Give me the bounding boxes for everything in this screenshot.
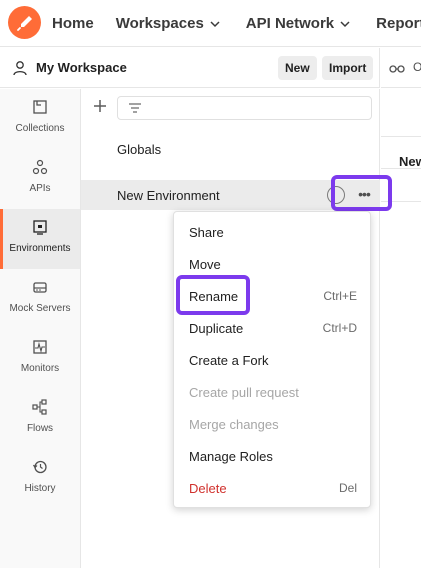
menu-item-delete[interactable]: Delete Del <box>174 473 372 505</box>
sidebar-item-label: Environments <box>9 243 71 254</box>
highlight-box <box>331 175 392 211</box>
menu-item-shortcut: Ctrl+E <box>323 289 357 303</box>
sidebar-item-label: Collections <box>15 123 65 134</box>
menu-item-label: Duplicate <box>189 321 244 336</box>
nav-workspaces-label: Workspaces <box>115 15 204 32</box>
mock-servers-icon <box>33 282 47 293</box>
workspace-title: My Workspace <box>36 60 127 75</box>
user-icon <box>13 61 27 76</box>
filter-icon <box>129 103 141 113</box>
history-icon <box>32 460 47 474</box>
new-button[interactable]: New <box>278 56 317 80</box>
sidebar-item-label: History <box>24 483 56 494</box>
menu-item-label: Create pull request <box>189 385 299 400</box>
menu-item-create-fork[interactable]: Create a Fork <box>174 345 372 377</box>
menu-item-manage-roles[interactable]: Manage Roles <box>174 441 372 473</box>
sidebar-item-label: APIs <box>29 183 51 194</box>
globals-label: Globals <box>117 142 162 157</box>
filter-input[interactable] <box>117 96 372 120</box>
postman-logo[interactable] <box>8 6 41 39</box>
flows-icon <box>32 399 47 415</box>
right-editor-area: O New <box>381 48 421 568</box>
menu-item-shortcut: Ctrl+D <box>322 321 357 335</box>
editor-tab[interactable]: O <box>381 48 421 88</box>
menu-item-duplicate[interactable]: Duplicate Ctrl+D <box>174 313 372 345</box>
top-nav: Home Workspaces API Network Reports <box>52 0 421 47</box>
import-button[interactable]: Import <box>322 56 374 80</box>
sidebar-item-label: Mock Servers <box>9 303 71 314</box>
left-sidebar: Collections APIs Environments Mock Serve… <box>0 89 81 568</box>
add-environment-button[interactable] <box>93 98 107 116</box>
sidebar-item-monitors[interactable]: Monitors <box>0 329 80 389</box>
menu-item-label: Manage Roles <box>189 449 273 464</box>
menu-item-share[interactable]: Share <box>174 217 372 249</box>
menu-item-label: Move <box>189 257 221 272</box>
menu-item-merge-changes: Merge changes <box>174 409 372 441</box>
rocket-icon <box>16 15 32 31</box>
collections-icon <box>33 100 47 114</box>
sidebar-item-label: Monitors <box>20 363 60 374</box>
menu-item-label: Share <box>189 225 224 240</box>
environment-name: New Environment <box>117 188 220 203</box>
menu-item-create-pull-request: Create pull request <box>174 377 372 409</box>
globals-row[interactable]: Globals <box>81 134 380 164</box>
nav-home[interactable]: Home <box>52 15 94 32</box>
divider <box>381 168 421 169</box>
divider <box>381 136 421 137</box>
highlight-box <box>176 275 250 315</box>
workspace-header: My Workspace New Import <box>0 48 380 88</box>
menu-item-label: Merge changes <box>189 417 279 432</box>
nav-api-network-label: API Network <box>245 15 335 32</box>
sidebar-item-flows[interactable]: Flows <box>0 389 80 449</box>
sidebar-item-collections[interactable]: Collections <box>0 89 80 149</box>
chevron-down-icon <box>340 20 350 27</box>
nav-workspaces[interactable]: Workspaces <box>116 15 220 32</box>
sidebar-item-label: Flows <box>26 423 54 434</box>
sidebar-item-apis[interactable]: APIs <box>0 149 80 209</box>
menu-item-label: Delete <box>189 481 227 496</box>
monitors-icon <box>33 340 47 354</box>
environment-quicklook-icon <box>389 65 405 73</box>
menu-item-label: Create a Fork <box>189 353 269 368</box>
sidebar-item-history[interactable]: History <box>0 449 80 509</box>
context-menu: Share Move Rename Ctrl+E Duplicate Ctrl+… <box>173 211 371 508</box>
sidebar-item-environments[interactable]: Environments <box>0 209 80 269</box>
apis-icon <box>32 159 48 175</box>
editor-tab-label: O <box>413 60 421 74</box>
chevron-down-icon <box>210 20 220 27</box>
nav-api-network[interactable]: API Network <box>246 15 350 32</box>
plus-icon <box>94 100 106 112</box>
editor-heading: New <box>399 154 421 169</box>
menu-item-shortcut: Del <box>338 481 357 495</box>
environments-icon <box>33 220 47 235</box>
sidebar-item-mock-servers[interactable]: Mock Servers <box>0 269 80 329</box>
top-bar: Home Workspaces API Network Reports <box>0 0 421 47</box>
nav-reports[interactable]: Reports <box>376 15 421 32</box>
